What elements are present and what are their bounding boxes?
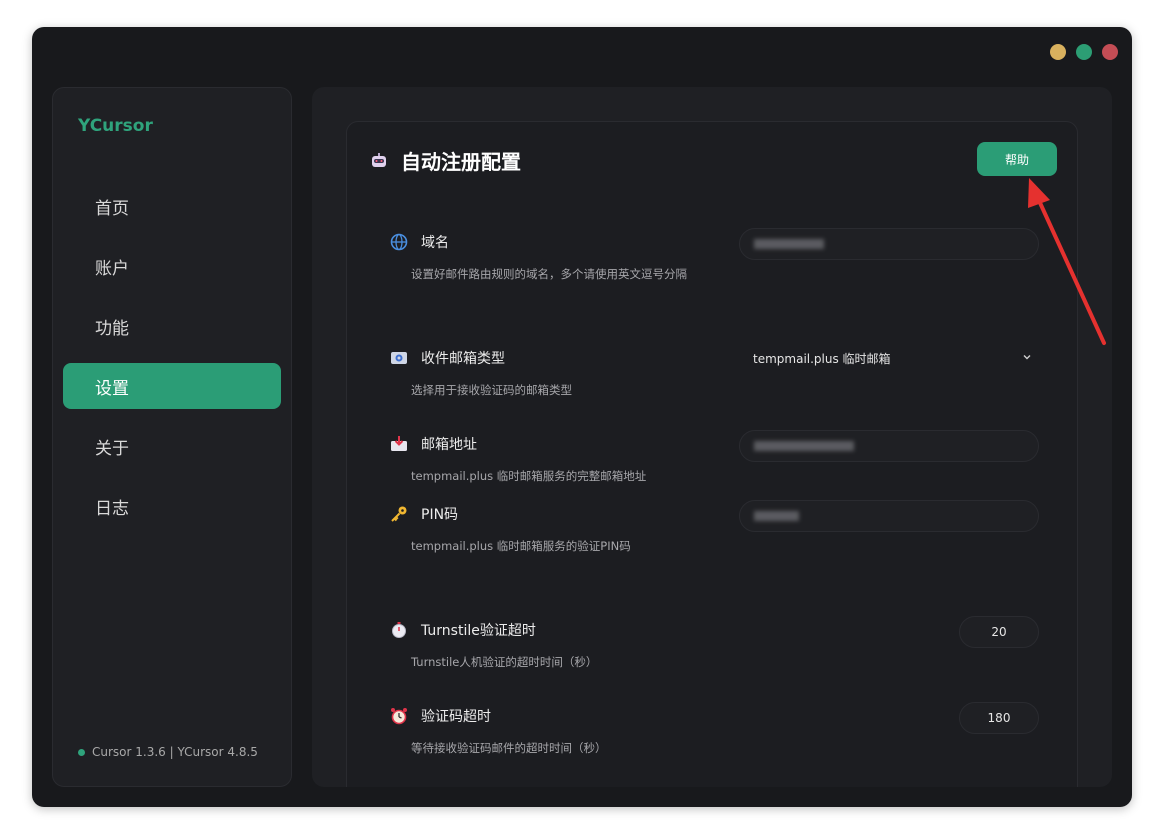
setting-description: tempmail.plus 临时邮箱服务的完整邮箱地址 [411,469,647,483]
sidebar-item-label: 关于 [95,438,129,459]
pin-input[interactable] [739,500,1039,532]
sidebar-item-label: 功能 [95,318,129,339]
sidebar-item-logs[interactable]: 日志 [63,483,281,529]
globe-icon [389,232,409,252]
status-dot [78,748,85,756]
code-timeout-input[interactable]: 180 [959,702,1039,734]
setting-description: 设置好邮件路由规则的域名，多个请使用英文逗号分隔 [411,267,687,281]
sidebar-item-label: 设置 [95,378,129,399]
main-panel: 自动注册配置 帮助 域名 设置好邮件路由规则的域名，多个请使用英文逗号分隔 收件… [312,87,1112,787]
minimize-button[interactable] [1050,44,1066,60]
maximize-button[interactable] [1076,44,1092,60]
robot-icon [369,151,389,171]
setting-description: tempmail.plus 临时邮箱服务的验证PIN码 [411,539,631,553]
sidebar-item-features[interactable]: 功能 [63,303,281,349]
sidebar-item-label: 日志 [95,498,129,519]
setting-code-timeout: 验证码超时 等待接收验证码邮件的超时时间（秒） 180 [389,702,1039,756]
redacted-value [754,441,854,451]
sidebar-item-about[interactable]: 关于 [63,423,281,469]
alarm-clock-icon [389,706,409,726]
setting-turnstile-timeout: Turnstile验证超时 Turnstile人机验证的超时时间（秒） 20 [389,616,1039,670]
setting-pin: PIN码 tempmail.plus 临时邮箱服务的验证PIN码 [389,500,1039,554]
version-info: Cursor 1.3.6 | YCursor 4.8.5 [78,745,258,759]
page-title: 自动注册配置 [401,150,521,174]
redacted-value [754,239,824,249]
sidebar-item-account[interactable]: 账户 [63,243,281,289]
help-button[interactable]: 帮助 [977,142,1057,176]
version-text: Cursor 1.3.6 | YCursor 4.8.5 [92,745,258,759]
sidebar-item-home[interactable]: 首页 [63,183,281,229]
setting-label: 邮箱地址 [421,437,477,453]
close-button[interactable] [1102,44,1118,60]
sidebar-item-settings[interactable]: 设置 [63,363,281,409]
mailbox-icon [389,348,409,368]
setting-label: PIN码 [421,507,459,523]
auto-register-card: 自动注册配置 帮助 域名 设置好邮件路由规则的域名，多个请使用英文逗号分隔 收件… [346,121,1078,787]
redacted-value [754,511,799,521]
setting-description: 等待接收验证码邮件的超时时间（秒） [411,741,607,755]
setting-description: Turnstile人机验证的超时时间（秒） [411,655,598,669]
sidebar-item-label: 账户 [95,258,129,279]
setting-description: 选择用于接收验证码的邮箱类型 [411,383,572,397]
sidebar-item-label: 首页 [95,198,129,219]
setting-label: 域名 [421,235,449,251]
card-header: 自动注册配置 [369,146,521,175]
turnstile-timeout-input[interactable]: 20 [959,616,1039,648]
sidebar-nav: 首页 账户 功能 设置 关于 日志 [63,183,281,543]
chevron-down-icon [1021,351,1033,366]
app-brand: YCursor [78,116,153,136]
mailbox-type-select[interactable]: tempmail.plus 临时邮箱 [739,342,1039,374]
app-window: YCursor 首页 账户 功能 设置 关于 日志 Cursor 1.3.6 |… [32,27,1132,807]
setting-label: 收件邮箱类型 [421,351,505,367]
setting-label: 验证码超时 [421,709,491,725]
domain-input[interactable] [739,228,1039,260]
setting-domain: 域名 设置好邮件路由规则的域名，多个请使用英文逗号分隔 [389,228,1039,282]
key-icon [389,504,409,524]
setting-label: Turnstile验证超时 [421,623,536,639]
stopwatch-icon [389,620,409,640]
inbox-icon [389,434,409,454]
window-controls [1050,44,1118,60]
sidebar: YCursor 首页 账户 功能 设置 关于 日志 Cursor 1.3.6 |… [52,87,292,787]
setting-email-address: 邮箱地址 tempmail.plus 临时邮箱服务的完整邮箱地址 [389,430,1039,484]
select-value: tempmail.plus 临时邮箱 [753,351,891,366]
email-address-input[interactable] [739,430,1039,462]
setting-mailbox-type: 收件邮箱类型 选择用于接收验证码的邮箱类型 tempmail.plus 临时邮箱 [389,348,1039,398]
